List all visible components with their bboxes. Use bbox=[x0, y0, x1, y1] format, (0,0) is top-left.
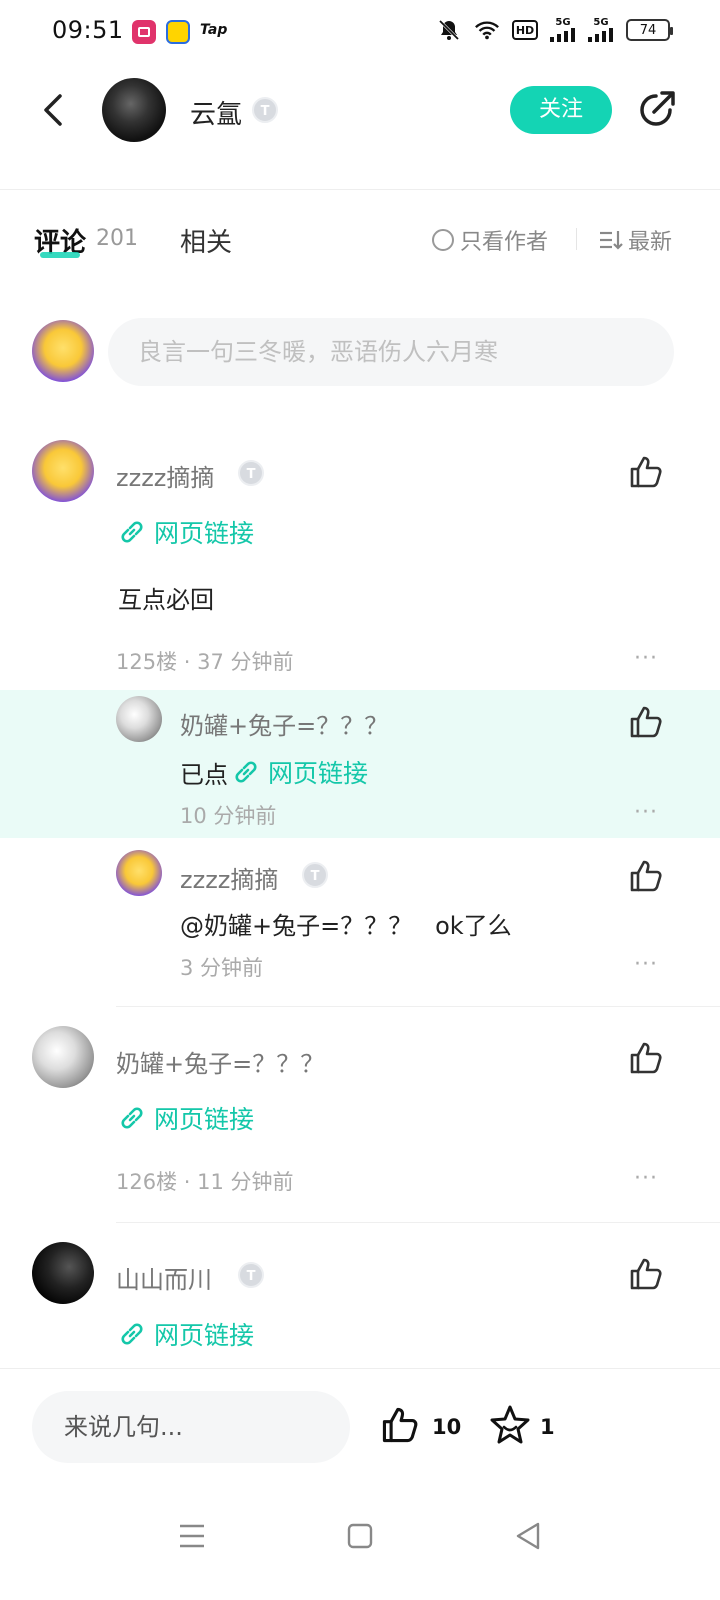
reply-text: 已点 网页链接 bbox=[180, 754, 368, 790]
thumbs-up-icon bbox=[630, 860, 662, 892]
author-avatar[interactable] bbox=[102, 78, 166, 142]
reply-text: @奶罐+兔子=？？？ ok了么 bbox=[180, 912, 512, 940]
reply-input[interactable]: 来说几句... bbox=[32, 1391, 350, 1463]
web-link[interactable]: 网页链接 bbox=[118, 1100, 254, 1136]
menu-icon bbox=[180, 1524, 204, 1548]
like-button[interactable] bbox=[628, 454, 664, 490]
status-icons: HD 5G 5G 74 bbox=[436, 18, 673, 42]
commenter-avatar[interactable] bbox=[32, 1242, 94, 1304]
thumbs-up-icon bbox=[630, 1258, 662, 1290]
replier-name[interactable]: 奶罐+兔子=？？？ bbox=[180, 706, 388, 741]
comments-count: 201 bbox=[96, 226, 138, 251]
link-icon bbox=[121, 1323, 143, 1345]
comment-tabs: 评论 201 相关 只看作者 最新 bbox=[0, 200, 720, 280]
level-badge-icon: T bbox=[302, 862, 328, 888]
level-badge-icon: T bbox=[252, 97, 278, 123]
thumbs-up-icon bbox=[630, 1042, 662, 1074]
back-arrow-icon bbox=[44, 94, 62, 126]
share-button[interactable] bbox=[634, 88, 678, 132]
like-button[interactable] bbox=[628, 1040, 664, 1076]
comment-meta: 125楼 · 37 分钟前 bbox=[116, 650, 294, 674]
favorite-count: 1 bbox=[540, 1415, 555, 1439]
link-icon bbox=[235, 761, 257, 783]
reply-text-prefix: 已点 bbox=[180, 760, 228, 789]
level-badge-icon: T bbox=[238, 460, 264, 486]
home-square-icon bbox=[347, 1523, 373, 1549]
post-header: 云氲 T 关注 bbox=[0, 64, 720, 190]
commenter-name[interactable]: zzzz摘摘 bbox=[116, 458, 214, 493]
web-link-label: 网页链接 bbox=[268, 759, 369, 788]
divider bbox=[116, 1006, 720, 1007]
chat-app-icon bbox=[166, 20, 190, 44]
web-link-label: 网页链接 bbox=[154, 519, 255, 548]
battery-icon: 74 bbox=[626, 19, 673, 41]
bottom-action-bar: 来说几句... 10 1 bbox=[0, 1368, 720, 1488]
wifi-icon bbox=[474, 18, 500, 42]
commenter-name[interactable]: 奶罐+兔子=？？？ bbox=[116, 1044, 324, 1079]
signal-icon: 5G bbox=[588, 18, 614, 42]
author-name[interactable]: 云氲 bbox=[190, 94, 242, 131]
back-triangle-icon bbox=[516, 1522, 540, 1550]
tap-app-icon: Tap bbox=[200, 22, 228, 38]
follow-button[interactable]: 关注 bbox=[510, 86, 612, 134]
divider bbox=[576, 228, 577, 250]
reply-time: 3 分钟前 bbox=[180, 956, 264, 980]
like-button[interactable] bbox=[628, 858, 664, 894]
back-nav-button[interactable] bbox=[508, 1516, 548, 1556]
star-icon bbox=[490, 1405, 530, 1444]
author-only-toggle[interactable]: 只看作者 bbox=[432, 224, 548, 256]
replier-name[interactable]: zzzz摘摘 bbox=[180, 860, 278, 895]
commenter-avatar[interactable] bbox=[32, 440, 94, 502]
hd-icon: HD bbox=[512, 20, 538, 40]
web-link-label: 网页链接 bbox=[154, 1105, 255, 1134]
replier-avatar[interactable] bbox=[116, 850, 162, 896]
system-nav-bar bbox=[0, 1490, 720, 1600]
web-link[interactable]: 网页链接 bbox=[232, 754, 368, 790]
status-time: 09:51 bbox=[52, 16, 124, 44]
level-badge-icon: T bbox=[238, 1262, 264, 1288]
like-count: 10 bbox=[432, 1415, 462, 1439]
more-options-button[interactable]: ··· bbox=[634, 952, 658, 977]
radio-icon bbox=[432, 229, 454, 251]
signal-icon: 5G bbox=[550, 18, 576, 42]
comment-input[interactable]: 良言一句三冬暖，恶语伤人六月寒 bbox=[108, 318, 674, 386]
web-link[interactable]: 网页链接 bbox=[118, 514, 254, 550]
mute-icon bbox=[436, 18, 462, 42]
menu-nav-button[interactable] bbox=[172, 1516, 212, 1556]
more-options-button[interactable]: ··· bbox=[634, 1166, 658, 1191]
commenter-name[interactable]: 山山而川 bbox=[116, 1260, 212, 1295]
web-link-label: 网页链接 bbox=[154, 1321, 255, 1350]
divider bbox=[116, 1222, 720, 1223]
status-bar: 09:51 Tap HD 5G 5G 74 bbox=[0, 0, 720, 64]
more-options-button[interactable]: ··· bbox=[634, 646, 658, 671]
sort-label: 最新 bbox=[628, 230, 673, 255]
sort-icon bbox=[600, 231, 623, 250]
tab-related[interactable]: 相关 bbox=[180, 222, 232, 259]
replier-avatar[interactable] bbox=[116, 696, 162, 742]
like-button[interactable] bbox=[628, 704, 664, 740]
like-button[interactable] bbox=[628, 1256, 664, 1292]
link-icon bbox=[121, 521, 143, 543]
sort-button[interactable]: 最新 bbox=[598, 224, 672, 256]
web-link[interactable]: 网页链接 bbox=[118, 1316, 254, 1352]
share-icon bbox=[640, 91, 675, 126]
back-button[interactable] bbox=[34, 90, 74, 130]
commenter-avatar[interactable] bbox=[32, 1026, 94, 1088]
thumbs-up-icon bbox=[630, 706, 662, 738]
tab-active-indicator bbox=[40, 252, 80, 258]
comment-meta: 126楼 · 11 分钟前 bbox=[116, 1170, 294, 1194]
author-only-label: 只看作者 bbox=[460, 230, 549, 255]
video-app-icon bbox=[132, 20, 156, 44]
thumbs-up-icon bbox=[630, 456, 662, 488]
thumbs-up-icon bbox=[382, 1407, 418, 1443]
link-icon bbox=[121, 1107, 143, 1129]
home-nav-button[interactable] bbox=[340, 1516, 380, 1556]
my-avatar bbox=[32, 320, 94, 382]
comment-text: 互点必回 bbox=[118, 586, 214, 614]
favorite-button[interactable] bbox=[488, 1403, 532, 1447]
post-like-button[interactable] bbox=[380, 1405, 420, 1445]
reply-time: 10 分钟前 bbox=[180, 804, 277, 828]
more-options-button[interactable]: ··· bbox=[634, 800, 658, 825]
